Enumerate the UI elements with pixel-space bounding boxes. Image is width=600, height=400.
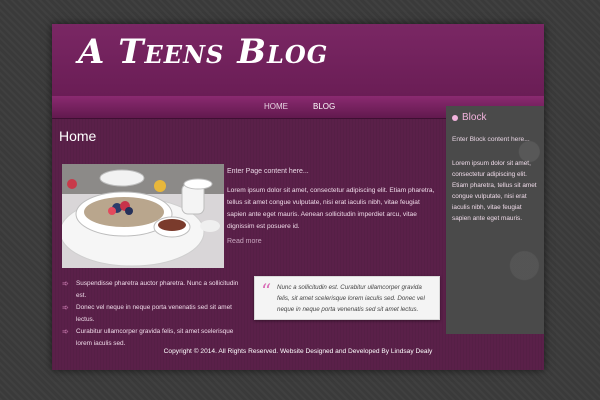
- site-container: A Teens Blog HOME BLOG Home Enter Page c…: [52, 24, 544, 370]
- arrow-icon: ➾: [62, 279, 69, 288]
- nav-item-blog[interactable]: BLOG: [313, 102, 335, 111]
- arrow-icon: ➾: [62, 327, 69, 336]
- site-logo[interactable]: A Teens Blog: [78, 32, 328, 72]
- list-item-text: Suspendisse pharetra auctor pharetra. Nu…: [76, 280, 239, 299]
- site-footer: Copyright © 2014. All Rights Reserved. W…: [163, 348, 433, 355]
- quote-box: “ Nunc a sollicitudin est. Curabitur ull…: [254, 276, 440, 320]
- breakfast-image: [62, 164, 224, 268]
- list-item-text: Donec vel neque in neque porta venenatis…: [76, 304, 232, 323]
- read-more-link[interactable]: Read more: [227, 238, 262, 245]
- bullet-list: ➾ Suspendisse pharetra auctor pharetra. N…: [62, 278, 247, 350]
- main-content: Home Enter Page content here... Lorem ip…: [52, 118, 446, 370]
- nav-item-home[interactable]: HOME: [264, 102, 288, 111]
- sidebar-body: Lorem ipsum dolor sit amet, consectetur …: [452, 160, 537, 222]
- list-item: ➾ Donec vel neque in neque porta venenati…: [62, 302, 247, 325]
- intro-block: Enter Page content here... Lorem ipsum d…: [227, 168, 439, 233]
- quote-icon: “: [261, 279, 272, 303]
- bullet-dot-icon: [452, 115, 458, 121]
- sidebar-heading: Enter Block content here...: [452, 136, 530, 143]
- quote-text: Nunc a sollicitudin est. Curabitur ullam…: [277, 284, 425, 313]
- site-header: A Teens Blog: [52, 24, 544, 96]
- intro-heading: Enter Page content here...: [227, 168, 309, 175]
- list-item: ➾ Suspendisse pharetra auctor pharetra. N…: [62, 278, 247, 301]
- list-item-text: Curabitur ullamcorper gravida felis, sit…: [76, 328, 234, 347]
- sidebar-title: Block: [462, 112, 487, 123]
- arrow-icon: ➾: [62, 303, 69, 312]
- intro-body: Lorem ipsum dolor sit amet, consectetur …: [227, 187, 435, 230]
- page-title: Home: [59, 128, 97, 144]
- list-item: ➾ Curabitur ullamcorper gravida felis, si…: [62, 326, 247, 349]
- sidebar: Block Enter Block content here... Lorem …: [446, 106, 544, 334]
- breakfast-photo: [62, 164, 224, 268]
